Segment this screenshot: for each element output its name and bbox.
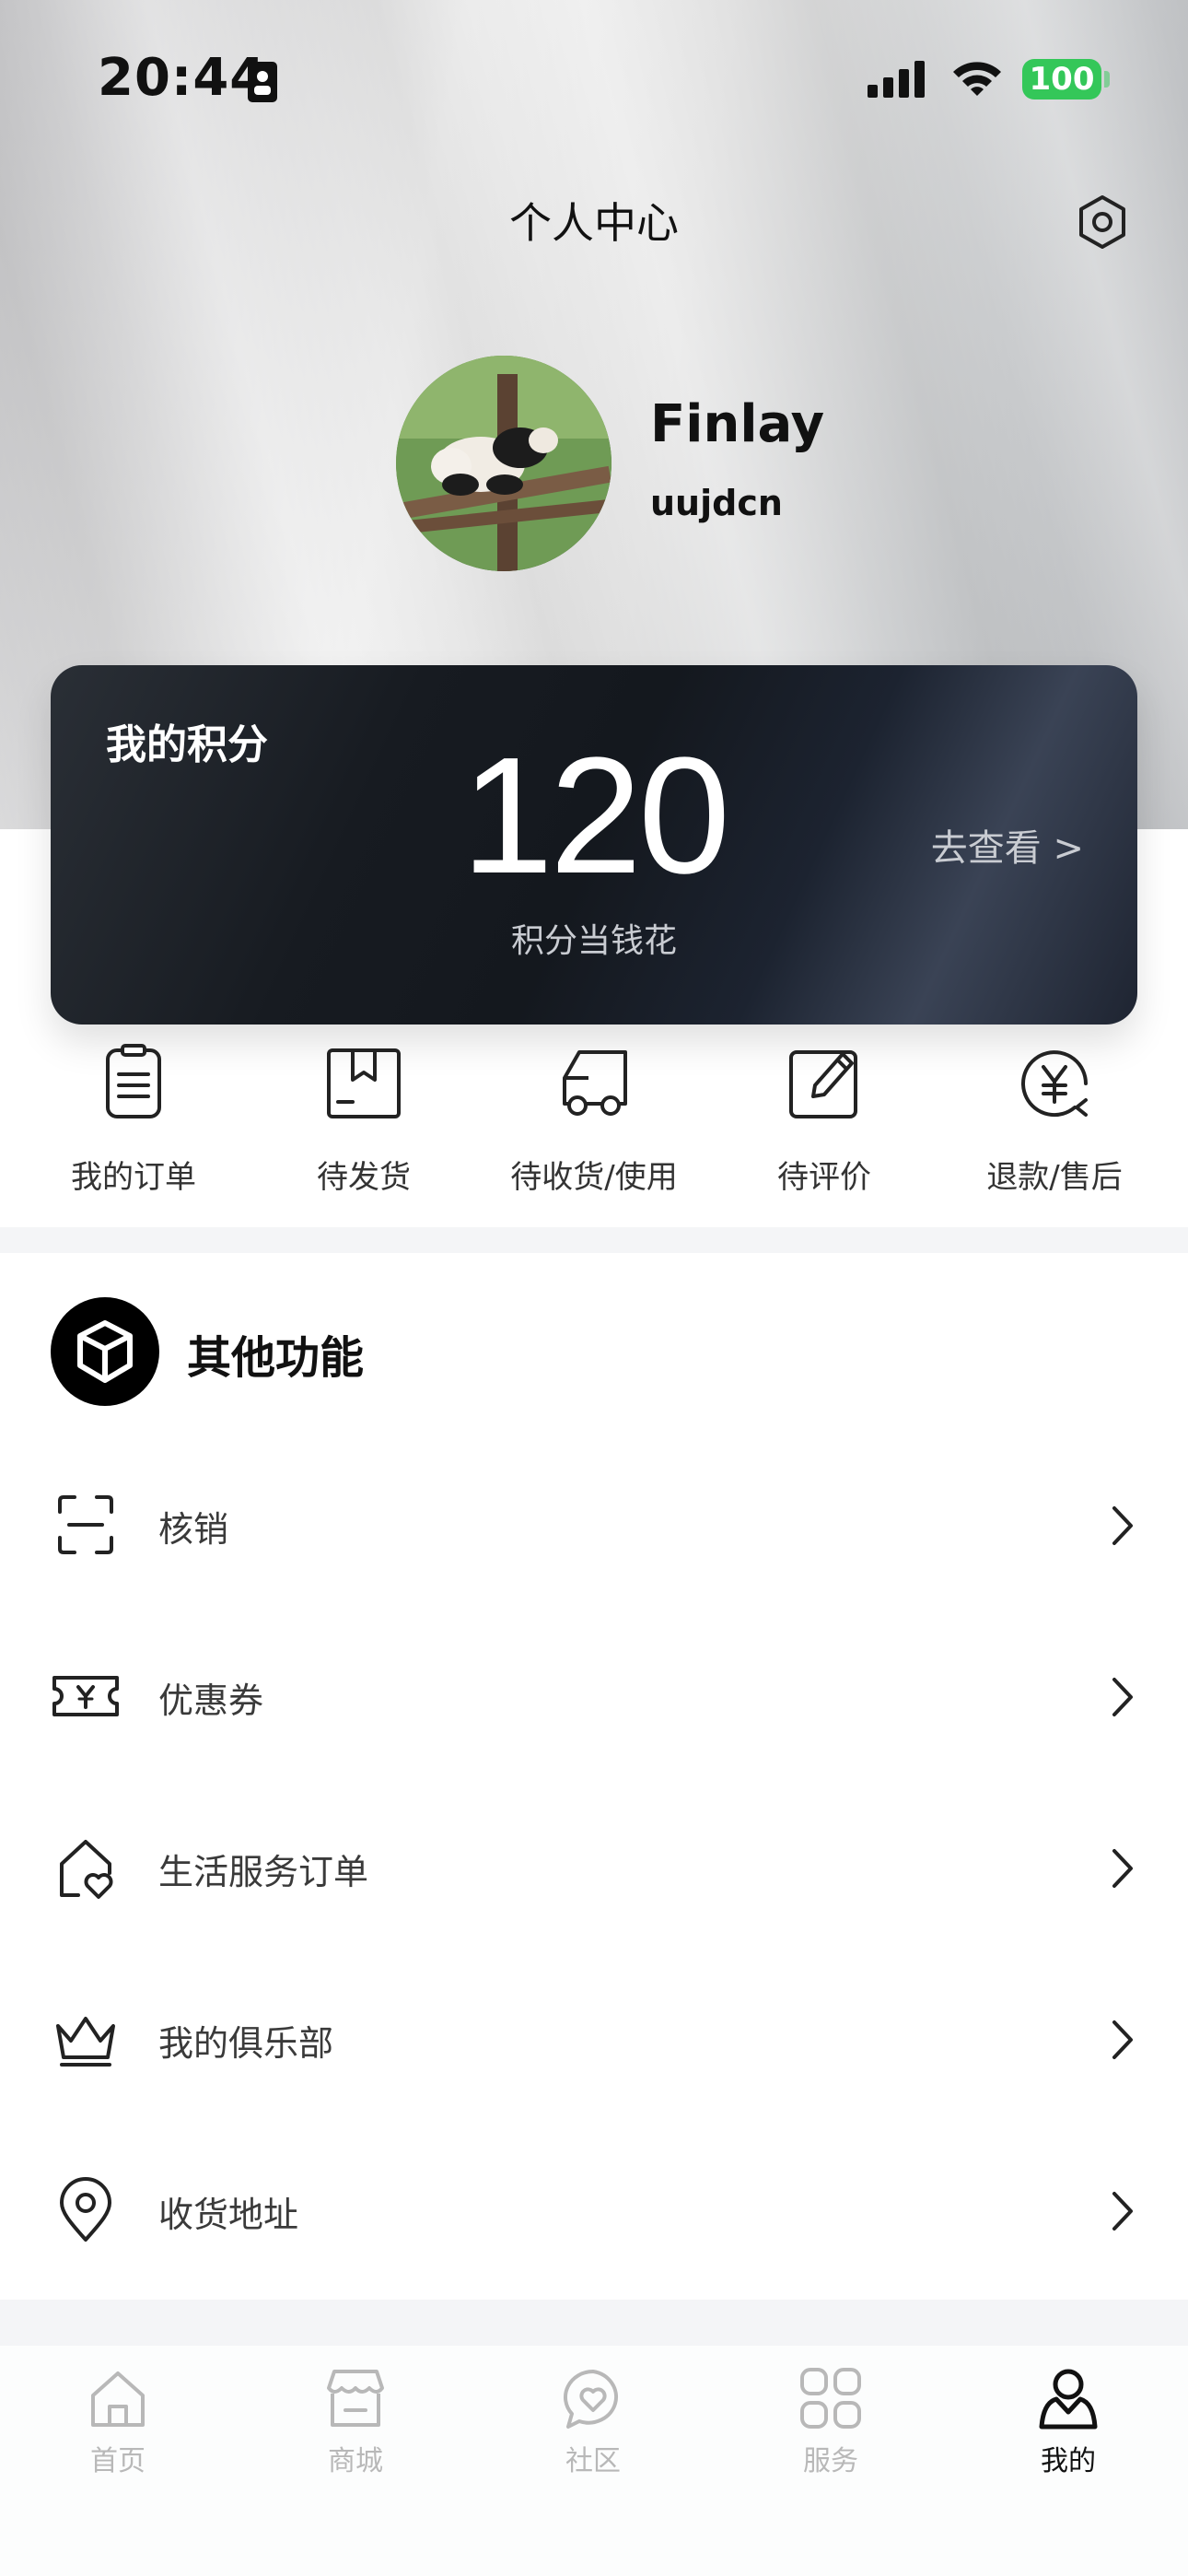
menu-item-life-service-orders[interactable]: 生活服务订单 xyxy=(0,1785,1188,1956)
services-grid-icon xyxy=(800,2368,861,2429)
tab-community[interactable]: 社区 xyxy=(501,2364,685,2478)
tab-label: 社区 xyxy=(565,2445,621,2477)
menu-item-verify[interactable]: 核销 xyxy=(0,1442,1188,1613)
id-card-icon xyxy=(248,62,277,102)
edit-review-icon xyxy=(789,1050,857,1118)
tab-label: 商城 xyxy=(328,2445,383,2477)
tab-label: 首页 xyxy=(90,2445,146,2477)
chevron-right-icon xyxy=(1112,2020,1133,2059)
battery-cap xyxy=(1104,71,1110,88)
section-divider xyxy=(0,1227,1188,1253)
battery-indicator: 100 xyxy=(1022,59,1101,100)
order-item-my-orders[interactable]: 我的订单 xyxy=(18,1041,249,1197)
order-label: 待发货 xyxy=(317,1159,411,1196)
status-bar: 20:44 100 xyxy=(0,0,1188,157)
menu-label: 我的俱乐部 xyxy=(158,2023,334,2064)
scan-icon xyxy=(58,1495,113,1554)
username: Finlay xyxy=(650,394,825,454)
menu-label: 收货地址 xyxy=(158,2195,299,2235)
wifi-icon xyxy=(953,62,1001,96)
chevron-right-icon xyxy=(1112,1849,1133,1888)
order-item-to-review[interactable]: 待评价 xyxy=(709,1041,939,1197)
points-subtitle: 积分当钱花 xyxy=(510,922,677,960)
order-item-to-ship[interactable]: 待发货 xyxy=(249,1041,479,1197)
cellular-signal-icon xyxy=(868,61,925,98)
order-list-icon xyxy=(106,1044,161,1118)
user-id: uujdcn xyxy=(650,483,783,523)
points-view-link[interactable]: 去查看 > xyxy=(931,818,1084,872)
community-heart-icon xyxy=(564,2370,619,2429)
points-value: 120 xyxy=(460,723,730,908)
page-title: 个人中心 xyxy=(509,198,679,248)
bottom-tab-bar: 首页 商城 社区 服务 我的 xyxy=(0,2346,1188,2576)
order-item-refund[interactable]: 退款/售后 xyxy=(939,1041,1170,1197)
section-title: 其他功能 xyxy=(187,1332,365,1384)
tab-me[interactable]: 我的 xyxy=(976,2364,1160,2478)
menu-label: 核销 xyxy=(158,1509,229,1550)
cube-icon xyxy=(51,1297,159,1406)
panda-photo-icon xyxy=(396,356,611,571)
chevron-right-icon xyxy=(1112,2192,1133,2231)
tab-label: 我的 xyxy=(1041,2445,1096,2477)
delivery-truck-icon xyxy=(563,1050,627,1116)
order-shortcuts: 我的订单 待发货 待收货/使用 待评价 退款/售后 xyxy=(0,1041,1188,1225)
order-label: 待收货/使用 xyxy=(510,1159,678,1196)
tab-label: 服务 xyxy=(803,2445,858,2477)
home-icon xyxy=(91,2371,145,2427)
refund-yen-icon xyxy=(1021,1050,1088,1118)
gear-icon[interactable] xyxy=(1074,193,1131,251)
order-label: 待评价 xyxy=(777,1159,871,1196)
order-item-to-receive[interactable]: 待收货/使用 xyxy=(479,1041,709,1197)
status-time: 20:44 xyxy=(98,48,267,108)
tab-services[interactable]: 服务 xyxy=(739,2364,923,2478)
profile-icon xyxy=(1039,2369,1098,2430)
menu-item-shipping-address[interactable]: 收货地址 xyxy=(0,2127,1188,2299)
menu-label: 生活服务订单 xyxy=(158,1852,369,1892)
chevron-right-icon xyxy=(1112,1678,1133,1716)
store-icon xyxy=(327,2370,384,2427)
location-pin-icon xyxy=(60,2177,111,2242)
tab-store[interactable]: 商城 xyxy=(263,2364,448,2478)
order-label: 我的订单 xyxy=(71,1159,196,1196)
avatar[interactable] xyxy=(396,356,611,571)
chevron-right-icon xyxy=(1112,1506,1133,1545)
package-box-icon xyxy=(327,1048,401,1118)
coupon-icon xyxy=(52,1676,119,1716)
section-divider xyxy=(0,2300,1188,2346)
tab-home[interactable]: 首页 xyxy=(26,2364,210,2478)
home-heart-icon xyxy=(60,1840,113,1899)
points-card[interactable]: 我的积分 120 积分当钱花 去查看 > xyxy=(51,665,1137,1025)
menu-label: 优惠券 xyxy=(158,1680,264,1721)
menu-item-coupons[interactable]: 优惠券 xyxy=(0,1613,1188,1785)
crown-icon xyxy=(56,2017,115,2067)
menu-item-my-club[interactable]: 我的俱乐部 xyxy=(0,1956,1188,2127)
order-label: 退款/售后 xyxy=(986,1159,1123,1196)
